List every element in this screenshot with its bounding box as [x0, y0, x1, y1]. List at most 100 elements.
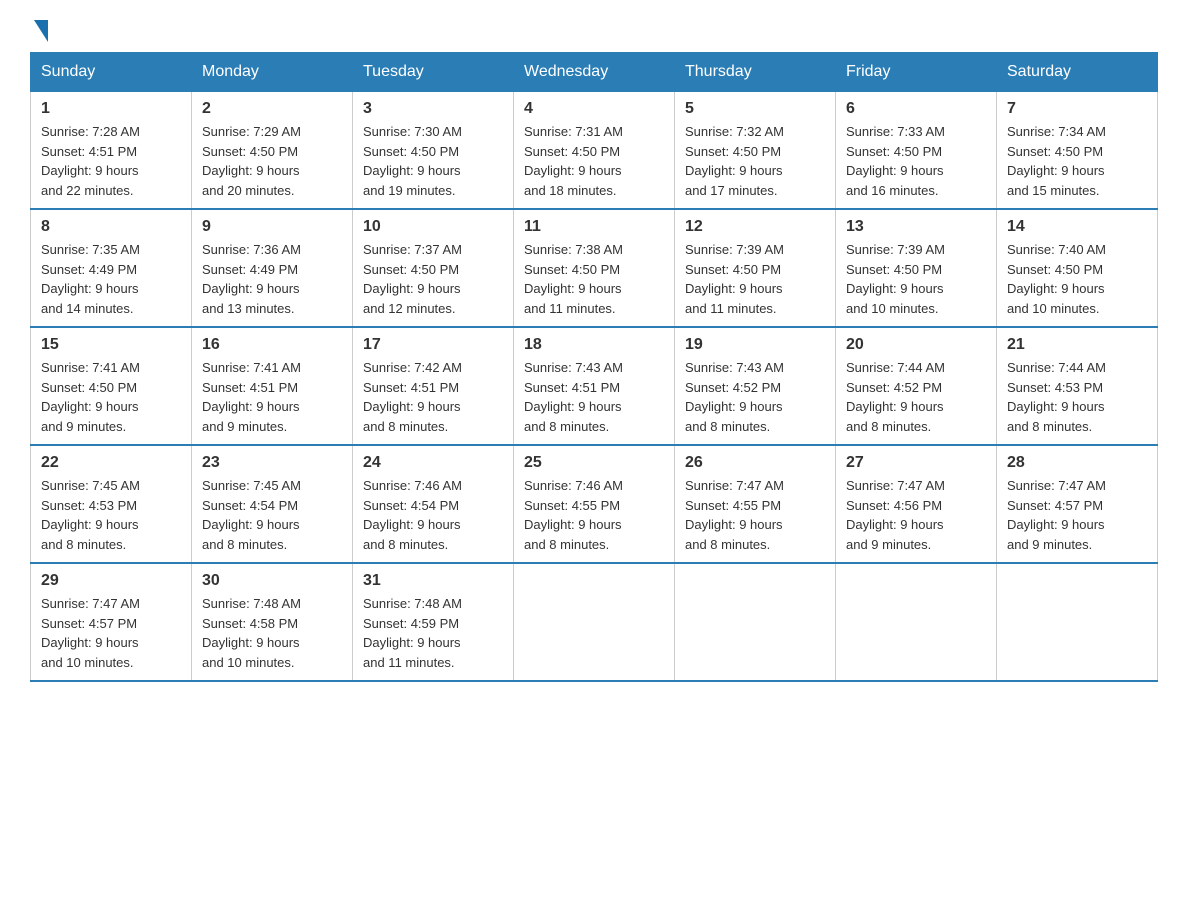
day-cell: 11 Sunrise: 7:38 AM Sunset: 4:50 PM Dayl… [514, 209, 675, 327]
day-cell: 30 Sunrise: 7:48 AM Sunset: 4:58 PM Dayl… [192, 563, 353, 681]
day-cell: 16 Sunrise: 7:41 AM Sunset: 4:51 PM Dayl… [192, 327, 353, 445]
day-cell [997, 563, 1158, 681]
day-cell: 15 Sunrise: 7:41 AM Sunset: 4:50 PM Dayl… [31, 327, 192, 445]
day-cell: 10 Sunrise: 7:37 AM Sunset: 4:50 PM Dayl… [353, 209, 514, 327]
day-info: Sunrise: 7:47 AM Sunset: 4:56 PM Dayligh… [846, 476, 986, 554]
day-info: Sunrise: 7:38 AM Sunset: 4:50 PM Dayligh… [524, 240, 664, 318]
day-info: Sunrise: 7:47 AM Sunset: 4:55 PM Dayligh… [685, 476, 825, 554]
day-info: Sunrise: 7:39 AM Sunset: 4:50 PM Dayligh… [685, 240, 825, 318]
day-cell: 27 Sunrise: 7:47 AM Sunset: 4:56 PM Dayl… [836, 445, 997, 563]
day-cell: 29 Sunrise: 7:47 AM Sunset: 4:57 PM Dayl… [31, 563, 192, 681]
day-info: Sunrise: 7:29 AM Sunset: 4:50 PM Dayligh… [202, 122, 342, 200]
header-row: SundayMondayTuesdayWednesdayThursdayFrid… [31, 53, 1158, 92]
header-cell-sunday: Sunday [31, 53, 192, 92]
day-cell: 25 Sunrise: 7:46 AM Sunset: 4:55 PM Dayl… [514, 445, 675, 563]
day-info: Sunrise: 7:32 AM Sunset: 4:50 PM Dayligh… [685, 122, 825, 200]
day-info: Sunrise: 7:48 AM Sunset: 4:59 PM Dayligh… [363, 594, 503, 672]
day-info: Sunrise: 7:47 AM Sunset: 4:57 PM Dayligh… [41, 594, 181, 672]
day-cell: 9 Sunrise: 7:36 AM Sunset: 4:49 PM Dayli… [192, 209, 353, 327]
day-cell: 6 Sunrise: 7:33 AM Sunset: 4:50 PM Dayli… [836, 92, 997, 210]
calendar-header: SundayMondayTuesdayWednesdayThursdayFrid… [31, 53, 1158, 92]
day-info: Sunrise: 7:36 AM Sunset: 4:49 PM Dayligh… [202, 240, 342, 318]
day-info: Sunrise: 7:40 AM Sunset: 4:50 PM Dayligh… [1007, 240, 1147, 318]
day-number: 30 [202, 572, 342, 590]
day-number: 14 [1007, 218, 1147, 236]
day-info: Sunrise: 7:43 AM Sunset: 4:52 PM Dayligh… [685, 358, 825, 436]
day-number: 4 [524, 100, 664, 118]
day-info: Sunrise: 7:39 AM Sunset: 4:50 PM Dayligh… [846, 240, 986, 318]
day-cell: 8 Sunrise: 7:35 AM Sunset: 4:49 PM Dayli… [31, 209, 192, 327]
day-info: Sunrise: 7:41 AM Sunset: 4:51 PM Dayligh… [202, 358, 342, 436]
day-info: Sunrise: 7:37 AM Sunset: 4:50 PM Dayligh… [363, 240, 503, 318]
logo [30, 20, 48, 42]
day-cell: 13 Sunrise: 7:39 AM Sunset: 4:50 PM Dayl… [836, 209, 997, 327]
day-info: Sunrise: 7:45 AM Sunset: 4:53 PM Dayligh… [41, 476, 181, 554]
week-row-2: 8 Sunrise: 7:35 AM Sunset: 4:49 PM Dayli… [31, 209, 1158, 327]
day-cell: 20 Sunrise: 7:44 AM Sunset: 4:52 PM Dayl… [836, 327, 997, 445]
week-row-5: 29 Sunrise: 7:47 AM Sunset: 4:57 PM Dayl… [31, 563, 1158, 681]
day-number: 9 [202, 218, 342, 236]
day-number: 22 [41, 454, 181, 472]
day-info: Sunrise: 7:45 AM Sunset: 4:54 PM Dayligh… [202, 476, 342, 554]
day-cell: 1 Sunrise: 7:28 AM Sunset: 4:51 PM Dayli… [31, 92, 192, 210]
day-number: 29 [41, 572, 181, 590]
day-number: 27 [846, 454, 986, 472]
header-cell-thursday: Thursday [675, 53, 836, 92]
day-cell: 7 Sunrise: 7:34 AM Sunset: 4:50 PM Dayli… [997, 92, 1158, 210]
day-number: 13 [846, 218, 986, 236]
header-cell-tuesday: Tuesday [353, 53, 514, 92]
day-cell: 21 Sunrise: 7:44 AM Sunset: 4:53 PM Dayl… [997, 327, 1158, 445]
day-number: 1 [41, 100, 181, 118]
day-cell: 17 Sunrise: 7:42 AM Sunset: 4:51 PM Dayl… [353, 327, 514, 445]
day-number: 18 [524, 336, 664, 354]
day-info: Sunrise: 7:31 AM Sunset: 4:50 PM Dayligh… [524, 122, 664, 200]
header-cell-friday: Friday [836, 53, 997, 92]
day-info: Sunrise: 7:43 AM Sunset: 4:51 PM Dayligh… [524, 358, 664, 436]
day-info: Sunrise: 7:35 AM Sunset: 4:49 PM Dayligh… [41, 240, 181, 318]
calendar-body: 1 Sunrise: 7:28 AM Sunset: 4:51 PM Dayli… [31, 92, 1158, 682]
day-number: 11 [524, 218, 664, 236]
day-info: Sunrise: 7:44 AM Sunset: 4:52 PM Dayligh… [846, 358, 986, 436]
day-number: 7 [1007, 100, 1147, 118]
day-number: 3 [363, 100, 503, 118]
day-number: 15 [41, 336, 181, 354]
day-cell: 2 Sunrise: 7:29 AM Sunset: 4:50 PM Dayli… [192, 92, 353, 210]
header-cell-wednesday: Wednesday [514, 53, 675, 92]
day-cell: 19 Sunrise: 7:43 AM Sunset: 4:52 PM Dayl… [675, 327, 836, 445]
day-number: 20 [846, 336, 986, 354]
day-number: 24 [363, 454, 503, 472]
day-cell: 12 Sunrise: 7:39 AM Sunset: 4:50 PM Dayl… [675, 209, 836, 327]
day-info: Sunrise: 7:46 AM Sunset: 4:54 PM Dayligh… [363, 476, 503, 554]
day-number: 5 [685, 100, 825, 118]
week-row-3: 15 Sunrise: 7:41 AM Sunset: 4:50 PM Dayl… [31, 327, 1158, 445]
day-cell: 14 Sunrise: 7:40 AM Sunset: 4:50 PM Dayl… [997, 209, 1158, 327]
day-cell: 31 Sunrise: 7:48 AM Sunset: 4:59 PM Dayl… [353, 563, 514, 681]
day-cell: 3 Sunrise: 7:30 AM Sunset: 4:50 PM Dayli… [353, 92, 514, 210]
day-info: Sunrise: 7:46 AM Sunset: 4:55 PM Dayligh… [524, 476, 664, 554]
day-cell: 18 Sunrise: 7:43 AM Sunset: 4:51 PM Dayl… [514, 327, 675, 445]
header-cell-saturday: Saturday [997, 53, 1158, 92]
week-row-4: 22 Sunrise: 7:45 AM Sunset: 4:53 PM Dayl… [31, 445, 1158, 563]
day-number: 10 [363, 218, 503, 236]
week-row-1: 1 Sunrise: 7:28 AM Sunset: 4:51 PM Dayli… [31, 92, 1158, 210]
header-cell-monday: Monday [192, 53, 353, 92]
day-cell [675, 563, 836, 681]
day-info: Sunrise: 7:47 AM Sunset: 4:57 PM Dayligh… [1007, 476, 1147, 554]
day-number: 17 [363, 336, 503, 354]
day-cell: 26 Sunrise: 7:47 AM Sunset: 4:55 PM Dayl… [675, 445, 836, 563]
day-info: Sunrise: 7:33 AM Sunset: 4:50 PM Dayligh… [846, 122, 986, 200]
day-number: 21 [1007, 336, 1147, 354]
calendar-table: SundayMondayTuesdayWednesdayThursdayFrid… [30, 52, 1158, 682]
day-info: Sunrise: 7:30 AM Sunset: 4:50 PM Dayligh… [363, 122, 503, 200]
page-header [30, 20, 1158, 42]
day-number: 31 [363, 572, 503, 590]
logo-triangle-icon [34, 20, 48, 42]
day-number: 26 [685, 454, 825, 472]
day-info: Sunrise: 7:48 AM Sunset: 4:58 PM Dayligh… [202, 594, 342, 672]
day-number: 23 [202, 454, 342, 472]
day-number: 28 [1007, 454, 1147, 472]
day-info: Sunrise: 7:28 AM Sunset: 4:51 PM Dayligh… [41, 122, 181, 200]
day-number: 2 [202, 100, 342, 118]
day-number: 8 [41, 218, 181, 236]
day-cell: 28 Sunrise: 7:47 AM Sunset: 4:57 PM Dayl… [997, 445, 1158, 563]
